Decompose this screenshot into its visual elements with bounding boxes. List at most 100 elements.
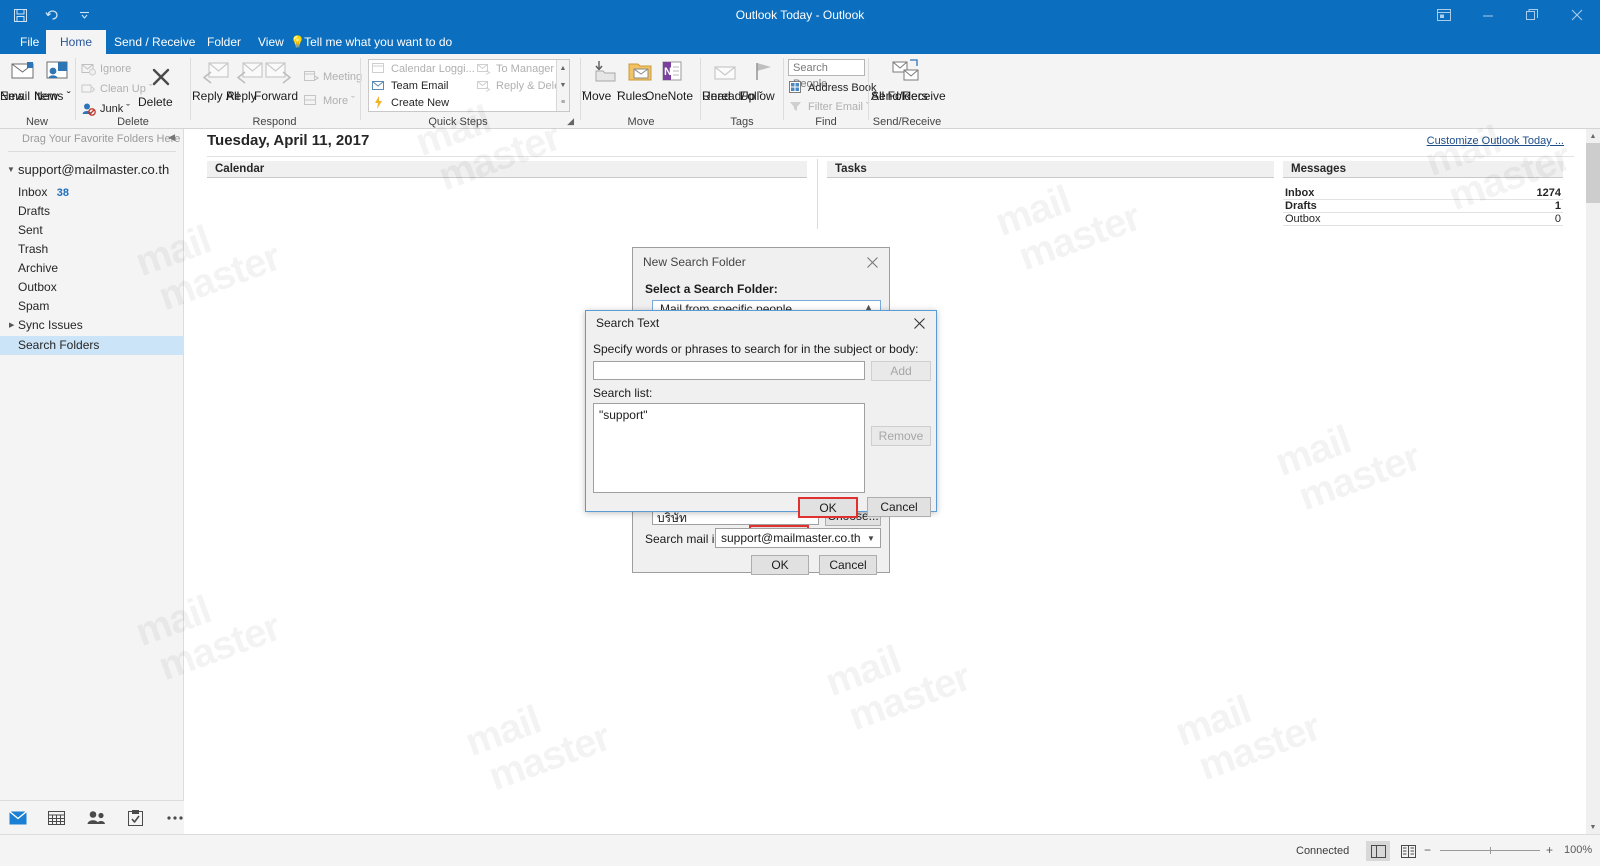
scroll-thumb[interactable] — [1586, 143, 1600, 203]
customize-outlook-today-link[interactable]: Customize Outlook Today ... — [1427, 135, 1564, 147]
new-search-folder-close-icon[interactable] — [855, 248, 889, 276]
ribbon-separator-3 — [360, 58, 361, 120]
follow-up-button[interactable]: Follow Up ˇ — [740, 58, 786, 102]
more-respond-label: More ˇ — [323, 95, 355, 107]
sidebar-item-trash[interactable]: Trash — [0, 240, 184, 259]
sidebar-item-sync-issues[interactable]: ▶ Sync Issues — [0, 316, 184, 335]
remove-button[interactable]: Remove — [871, 426, 931, 446]
select-search-folder-label: Select a Search Folder: — [645, 282, 778, 296]
reading-view-icon[interactable] — [1396, 841, 1420, 861]
sidebar-item-drafts[interactable]: Drafts — [0, 202, 184, 221]
content-vertical-scrollbar[interactable]: ▲ ▼ — [1586, 129, 1600, 834]
reply-all-label-2: All — [226, 89, 240, 103]
forward-label: Forward — [254, 89, 299, 103]
new-search-folder-cancel-button[interactable]: Cancel — [819, 555, 877, 575]
new-search-folder-ok-label: OK — [771, 558, 789, 572]
zoom-slider-handle[interactable] — [1490, 847, 1491, 854]
move-label-2: ˇ — [582, 89, 586, 103]
search-text-dialog-body: Specify words or phrases to search for i… — [586, 335, 936, 518]
messages-row-drafts[interactable]: Drafts 1 — [1283, 200, 1563, 213]
collapse-folder-pane-icon[interactable]: ◀ — [168, 132, 175, 143]
sidebar-item-inbox[interactable]: Inbox 38 — [0, 183, 184, 202]
tell-me-box[interactable]: 💡 Tell me what you want to do — [290, 30, 452, 54]
quick-steps-dialog-launcher[interactable]: ◢ — [567, 116, 574, 127]
search-text-prompt: Specify words or phrases to search for i… — [593, 342, 919, 356]
normal-view-icon[interactable] — [1366, 841, 1390, 861]
messages-row-outbox[interactable]: Outbox 0 — [1283, 213, 1563, 226]
search-text-cancel-button[interactable]: Cancel — [867, 497, 931, 517]
search-text-ok-button[interactable]: OK — [798, 497, 858, 518]
search-text-dialog-close-icon[interactable] — [902, 311, 936, 335]
quick-step-to-manager[interactable]: To Manager — [477, 60, 554, 78]
sidebar-item-archive-label: Archive — [18, 261, 59, 275]
group-label-move: Move — [627, 116, 655, 128]
favorites-hint: Drag Your Favorite Folders Here — [22, 133, 181, 145]
minimize-icon[interactable] — [1466, 0, 1510, 30]
zoom-out-button[interactable]: − — [1424, 843, 1431, 857]
lightbulb-icon: 💡 — [290, 35, 305, 49]
inbox-unread-count: 38 — [56, 187, 69, 199]
onenote-icon: N — [645, 58, 699, 88]
quick-step-team-email[interactable]: Team Email — [372, 77, 448, 95]
forward-button[interactable]: Forward — [254, 58, 304, 102]
zoom-in-button[interactable]: + — [1546, 843, 1553, 857]
quick-steps-gallery[interactable]: Calendar Loggi... To Manager Team Email … — [368, 59, 570, 112]
account-node[interactable]: ▼ support@mailmaster.co.th — [0, 159, 184, 181]
quick-steps-scroll-up-icon[interactable]: ▲ — [557, 60, 569, 77]
account-label: support@mailmaster.co.th — [18, 162, 170, 177]
sidebar-item-archive[interactable]: Archive — [0, 259, 184, 278]
quick-step-create-new-label: Create New — [391, 97, 450, 109]
close-icon[interactable] — [1554, 0, 1600, 30]
quick-steps-scroll-down-icon[interactable]: ▼ — [557, 77, 569, 94]
new-items-button[interactable]: New Items ˇ — [34, 58, 80, 102]
search-list-item[interactable]: "support" — [599, 408, 859, 422]
account-expand-icon[interactable]: ▼ — [7, 159, 15, 181]
new-search-folder-ok-button[interactable]: OK — [751, 555, 809, 575]
today-date: Tuesday, April 11, 2017 — [207, 132, 370, 149]
sidebar-item-spam[interactable]: Spam — [0, 297, 184, 316]
ribbon: New Email New Items ˇ New Ignore Clean U… — [0, 54, 1600, 129]
quick-steps-more-icon[interactable]: ≡ — [557, 94, 569, 111]
new-items-label-2: Items ˇ — [34, 89, 71, 103]
tab-home[interactable]: Home — [46, 30, 107, 54]
address-book-button[interactable]: Address Book — [789, 79, 876, 97]
more-icon[interactable] — [165, 808, 184, 828]
sidebar-item-outbox[interactable]: Outbox — [0, 278, 184, 297]
search-people-input[interactable]: Search People — [788, 59, 865, 90]
people-icon[interactable] — [86, 808, 106, 828]
quick-steps-scrollbar[interactable]: ▲ ▼ ≡ — [556, 60, 569, 111]
filter-email-button[interactable]: Filter Email ˇ — [789, 98, 870, 116]
restore-icon[interactable] — [1510, 0, 1554, 30]
search-list-box[interactable]: "support" — [593, 403, 865, 493]
zoom-level: 100% — [1564, 844, 1593, 856]
more-respond-button[interactable]: More ˇ — [304, 92, 355, 110]
delete-button[interactable]: Delete — [138, 64, 184, 108]
search-text-dialog: Search Text Specify words or phrases to … — [585, 310, 937, 518]
sidebar-item-sent[interactable]: Sent — [0, 221, 184, 240]
ribbon-display-options-icon[interactable] — [1422, 0, 1466, 30]
ignore-icon — [81, 62, 96, 77]
tasks-icon[interactable] — [126, 808, 145, 828]
chevron-down-icon[interactable]: ▼ — [862, 529, 880, 547]
quick-step-calendar-logging[interactable]: Calendar Loggi... — [372, 60, 475, 78]
search-text-input[interactable] — [593, 361, 865, 380]
scroll-down-icon[interactable]: ▼ — [1586, 820, 1600, 834]
send-receive-all-folders-button[interactable]: Send/Receive All Folders — [871, 58, 946, 102]
search-mail-in-combo[interactable]: support@mailmaster.co.th ▼ — [715, 528, 881, 548]
add-button[interactable]: Add — [871, 361, 931, 381]
sidebar-item-outbox-label: Outbox — [18, 280, 57, 294]
onenote-button[interactable]: N OneNote — [645, 58, 699, 102]
calendar-icon[interactable] — [47, 808, 66, 828]
ignore-button[interactable]: Ignore — [81, 60, 131, 78]
ribbon-separator-6 — [783, 58, 784, 120]
messages-row-drafts-name: Drafts — [1285, 200, 1317, 212]
group-label-send-receive: Send/Receive — [872, 116, 942, 128]
meeting-button[interactable]: Meeting — [304, 68, 362, 86]
sidebar-item-search-folders[interactable]: Search Folders — [0, 336, 184, 355]
mail-icon[interactable] — [8, 808, 27, 828]
more-respond-icon — [304, 94, 319, 109]
sync-issues-expand-icon[interactable]: ▶ — [9, 316, 14, 335]
quick-step-create-new[interactable]: Create New — [372, 94, 449, 112]
messages-row-inbox[interactable]: Inbox 1274 — [1283, 187, 1563, 200]
scroll-up-icon[interactable]: ▲ — [1586, 129, 1600, 143]
